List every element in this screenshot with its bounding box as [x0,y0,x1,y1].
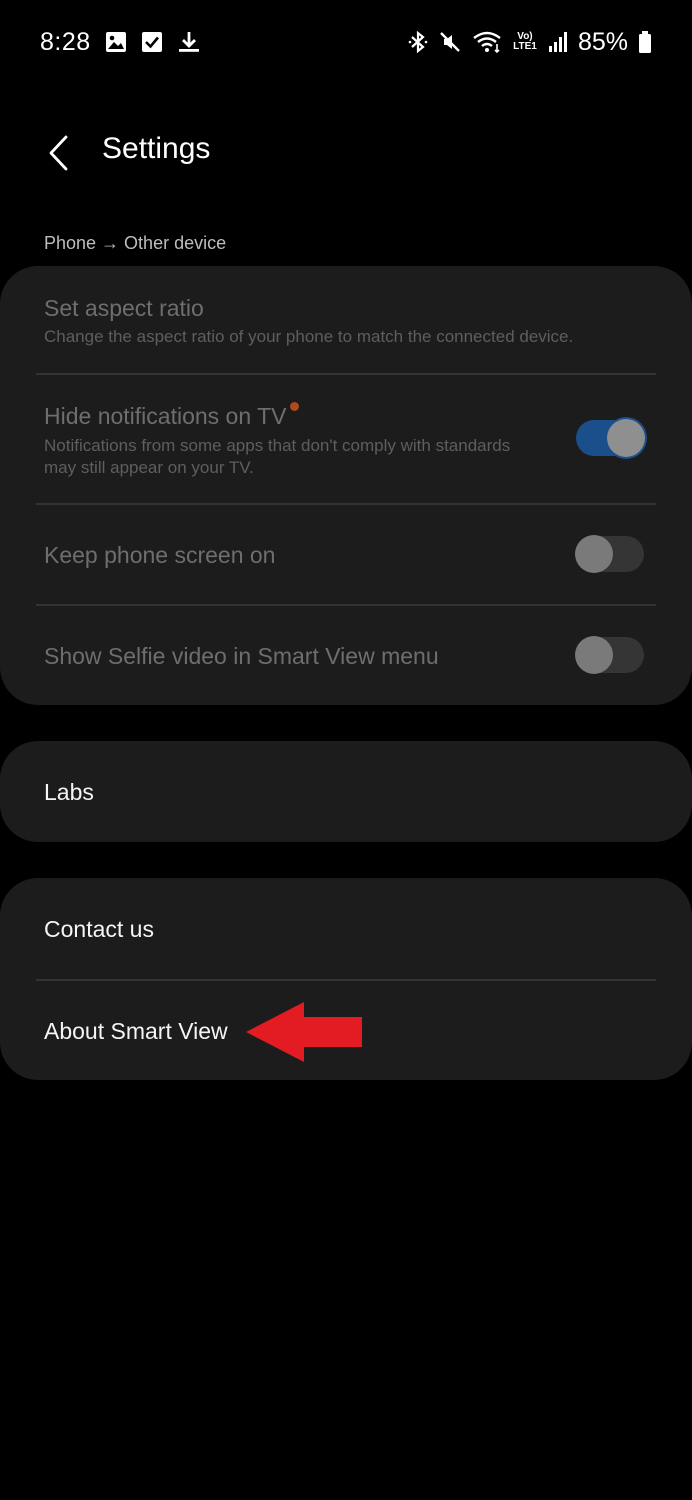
chevron-left-icon [49,135,68,171]
download-icon [177,30,201,54]
show-selfie-video-title: Show Selfie video in Smart View menu [44,643,439,669]
contact-us-title: Contact us [44,916,154,942]
hide-notifications-toggle[interactable] [576,419,645,457]
wifi-icon [472,30,502,54]
keep-screen-on-toggle[interactable] [575,535,644,573]
signal-icon [548,31,568,53]
phone-to-device-settings-card: Set aspect ratio Change the aspect ratio… [0,266,692,705]
status-right: Vo) LTE1 85% [408,26,652,58]
back-button[interactable] [36,128,80,178]
hide-notifications-subtitle: Notifications from some apps that don't … [44,436,511,477]
hide-notifications-row[interactable]: Hide notifications on TV Notifications f… [0,375,692,503]
gallery-icon [105,31,127,53]
labs-card: Labs [0,741,692,842]
keep-screen-on-row[interactable]: Keep phone screen on [0,505,692,604]
page-title: Settings [102,132,211,165]
new-badge-dot [289,402,299,411]
toggle-knob [607,419,645,457]
toggle-knob [575,636,613,674]
battery-percent: 85% [577,27,628,56]
status-left: 8:28 [40,26,201,58]
show-selfie-video-toggle[interactable] [575,636,644,674]
keep-screen-on-title: Keep phone screen on [44,542,276,568]
labs-row[interactable]: Labs [0,741,692,842]
status-time: 8:28 [40,27,91,56]
app-header: Settings [0,118,692,188]
set-aspect-ratio-subtitle: Change the aspect ratio of your phone to… [44,327,574,346]
show-selfie-video-row[interactable]: Show Selfie video in Smart View menu [0,606,692,705]
labs-title: Labs [44,779,94,805]
hide-notifications-label: Hide notifications on TV [44,403,287,429]
checkbox-icon [141,31,163,53]
volte-label: Vo) LTE1 [513,31,537,52]
bluetooth-icon [408,30,428,54]
section-caption: Phone → Other device [44,233,227,253]
hide-notifications-title: Hide notifications on TV [44,402,299,430]
screen: 8:28 Vo) LTE1 85% Settings Phone → Other… [0,0,692,1500]
red-arrow-icon [246,1002,362,1062]
toggle-knob [575,535,613,573]
contact-us-row[interactable]: Contact us [0,878,692,979]
set-aspect-ratio-row[interactable]: Set aspect ratio Change the aspect ratio… [0,266,692,374]
status-bar: 8:28 Vo) LTE1 85% [0,0,692,84]
set-aspect-ratio-title: Set aspect ratio [44,295,204,321]
mute-icon [438,30,462,54]
volte-icon: Vo) LTE1 [512,32,538,52]
about-smart-view-title: About Smart View [44,1018,228,1044]
battery-icon [638,30,652,54]
